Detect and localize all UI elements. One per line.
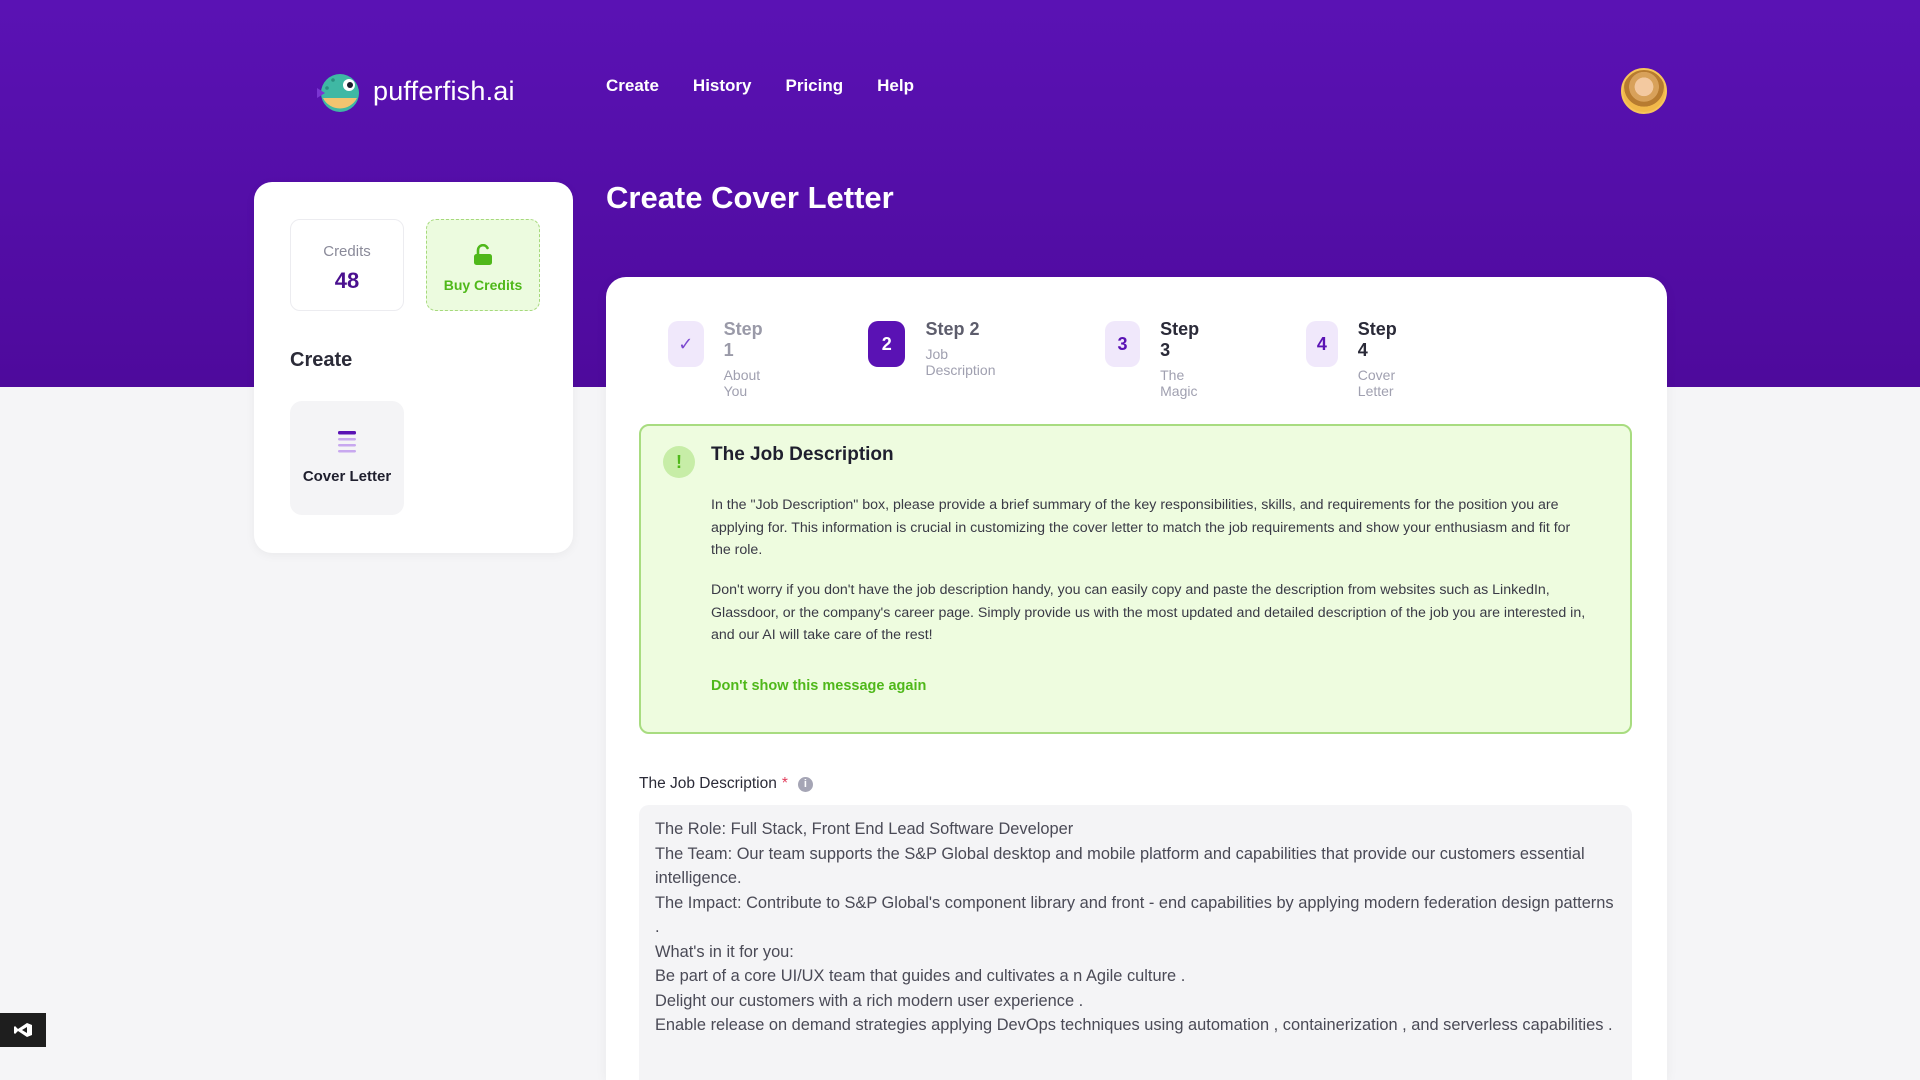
user-avatar[interactable] xyxy=(1621,68,1667,114)
step-1-title: Step 1 xyxy=(723,319,763,360)
step-4-subtitle: Cover Letter xyxy=(1357,367,1396,399)
credits-label: Credits xyxy=(323,243,371,260)
notice-paragraph-1: In the "Job Description" box, please pro… xyxy=(711,497,1571,558)
step-1[interactable]: ✓ Step 1 About You xyxy=(668,319,773,399)
step-3[interactable]: 3 Step 3 The Magic xyxy=(1105,319,1210,399)
job-description-textarea[interactable]: The Role: Full Stack, Front End Lead Sof… xyxy=(639,805,1632,1080)
credits-value: 48 xyxy=(334,268,360,293)
nav-history[interactable]: History xyxy=(693,76,752,96)
job-description-field-label: The Job Description * i xyxy=(639,775,813,793)
corner-app-badge[interactable] xyxy=(0,1013,46,1047)
vscode-icon xyxy=(14,1023,32,1037)
sidebar-heading: Create xyxy=(290,349,353,371)
step-2-badge: 2 xyxy=(868,321,906,367)
job-description-notice: ! The Job Description In the "Job Descri… xyxy=(639,424,1632,734)
cover-letter-tile[interactable]: Cover Letter xyxy=(290,401,404,515)
top-navigation-bar: pufferfish.ai Create History Pricing Hel… xyxy=(0,0,1920,180)
pufferfish-logo-icon xyxy=(317,74,359,112)
cover-letter-tile-label: Cover Letter xyxy=(302,468,392,485)
info-icon[interactable]: i xyxy=(797,776,813,792)
required-mark: * xyxy=(781,775,788,792)
step-1-check-icon: ✓ xyxy=(668,321,704,367)
notice-paragraph-2: Don't worry if you don't have the job de… xyxy=(711,582,1586,643)
notice-title: The Job Description xyxy=(711,444,894,465)
unlock-icon xyxy=(474,243,492,265)
step-4-badge: 4 xyxy=(1306,321,1338,367)
document-lines-icon xyxy=(338,431,356,453)
exclamation-icon: ! xyxy=(663,446,695,478)
nav-create[interactable]: Create xyxy=(606,76,659,96)
sidebar-panel: Credits 48 Buy Credits Create Cover Lett… xyxy=(254,182,573,553)
step-4-title: Step 4 xyxy=(1357,319,1397,360)
buy-credits-label: Buy Credits xyxy=(443,277,523,293)
page-title: Create Cover Letter xyxy=(606,180,894,215)
main-nav: Create History Pricing Help xyxy=(606,76,914,96)
step-3-badge: 3 xyxy=(1105,321,1141,367)
step-1-subtitle: About You xyxy=(723,367,761,399)
dismiss-notice-link[interactable]: Don't show this message again xyxy=(711,678,926,694)
nav-help[interactable]: Help xyxy=(877,76,914,96)
step-3-title: Step 3 xyxy=(1160,319,1200,360)
wizard-card: ✓ Step 1 About You 2 Step 2 Job Descript… xyxy=(606,277,1667,1080)
step-4[interactable]: 4 Step 4 Cover Letter xyxy=(1306,319,1411,399)
brand-logo[interactable]: pufferfish.ai xyxy=(313,68,515,114)
credits-card: Credits 48 xyxy=(290,219,404,311)
buy-credits-button[interactable]: Buy Credits xyxy=(426,219,540,311)
step-2-subtitle: Job Description xyxy=(925,346,996,378)
nav-pricing[interactable]: Pricing xyxy=(786,76,844,96)
step-2-title: Step 2 xyxy=(925,319,980,339)
job-description-label-text: The Job Description xyxy=(639,775,777,792)
step-2[interactable]: 2 Step 2 Job Description xyxy=(868,319,1004,378)
brand-name: pufferfish.ai xyxy=(373,75,515,106)
step-3-subtitle: The Magic xyxy=(1160,367,1198,399)
